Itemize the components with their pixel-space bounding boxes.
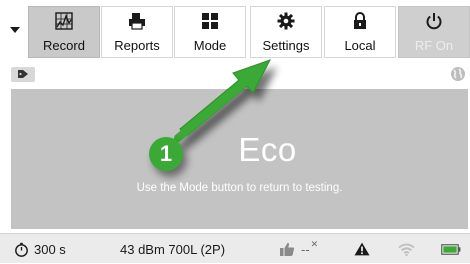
printer-icon	[127, 12, 147, 30]
tag-icon	[17, 66, 29, 84]
warning-icon	[354, 242, 370, 256]
record-button[interactable]: Record	[28, 6, 100, 58]
grid-icon	[201, 12, 219, 30]
local-button[interactable]: Local	[324, 6, 396, 58]
record-label: Record	[43, 38, 85, 53]
thumb-readout: -- ✕	[279, 234, 318, 264]
spectrum-icon	[54, 12, 74, 30]
gear-icon	[277, 12, 295, 30]
battery-indicator[interactable]	[441, 234, 461, 264]
mode-hint: Use the Mode button to return to testing…	[136, 182, 343, 194]
rf-on-button[interactable]: RF On	[398, 6, 470, 58]
tag-button[interactable]	[11, 67, 35, 82]
local-label: Local	[344, 38, 376, 53]
app-frame: Record Reports Mode Settings Local RF On…	[0, 0, 470, 263]
timer-value: 300 s	[34, 241, 66, 257]
lock-icon	[352, 12, 368, 30]
wifi-indicator[interactable]	[398, 234, 415, 264]
globe-icon[interactable]	[450, 66, 466, 82]
mode-button[interactable]: Mode	[174, 6, 246, 58]
reports-button[interactable]: Reports	[101, 6, 173, 58]
chevron-down-icon	[10, 27, 20, 33]
settings-label: Settings	[262, 38, 310, 53]
rf-on-label: RF On	[414, 38, 454, 53]
settings-button[interactable]: Settings	[250, 6, 322, 58]
step-number: 1	[159, 141, 173, 166]
status-bar: 300 s 43 dBm 700L (2P) -- ✕	[0, 233, 470, 263]
thumbs-up-icon	[279, 242, 295, 257]
warning-indicator[interactable]	[354, 234, 370, 264]
toolbar-dropdown-button[interactable]	[6, 18, 24, 42]
reports-label: Reports	[114, 38, 160, 53]
step-badge: 1	[149, 137, 183, 171]
thumb-value: --	[301, 241, 310, 257]
stopwatch-icon	[14, 242, 29, 257]
mode-panel: Eco Use the Mode button to return to tes…	[11, 89, 468, 229]
signal-info: 43 dBm 700L (2P)	[120, 241, 226, 257]
wifi-icon	[398, 243, 415, 256]
timer-readout: 300 s	[14, 234, 66, 264]
battery-icon	[441, 243, 461, 255]
power-icon	[425, 12, 443, 30]
close-icon: ✕	[310, 238, 319, 249]
mode-label: Mode	[193, 38, 227, 53]
mode-title: Eco	[238, 131, 297, 168]
toolbar: Record Reports Mode Settings Local RF On	[0, 0, 470, 62]
